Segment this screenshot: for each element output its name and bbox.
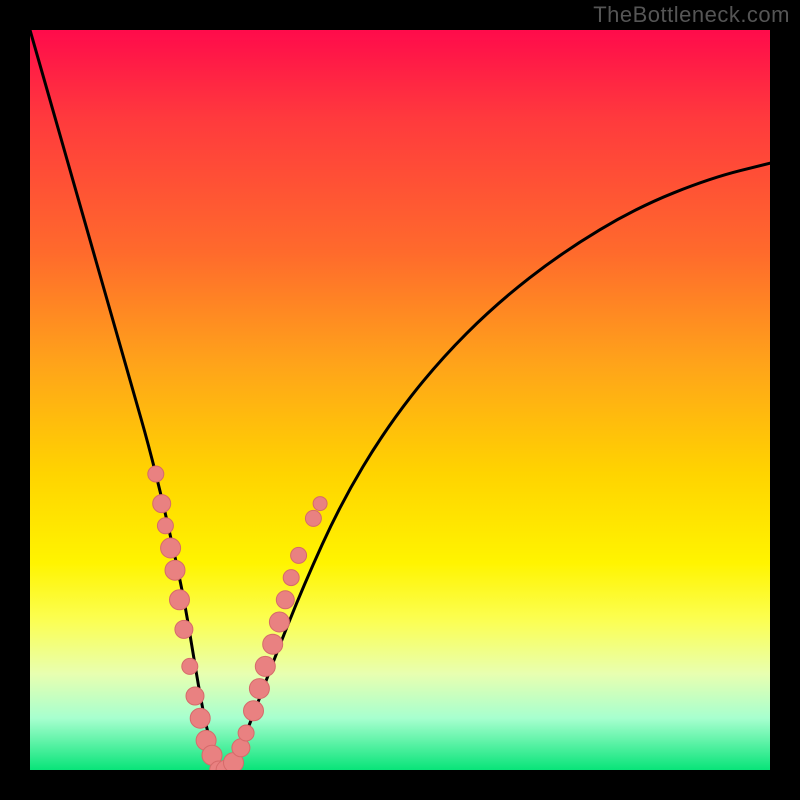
- chart-svg: [30, 30, 770, 770]
- curve-marker: [269, 612, 289, 632]
- curve-marker: [276, 591, 294, 609]
- curve-marker: [148, 466, 164, 482]
- curve-marker: [283, 570, 299, 586]
- curve-marker: [190, 708, 210, 728]
- curve-marker: [249, 679, 269, 699]
- watermark-text: TheBottleneck.com: [593, 2, 790, 28]
- curve-marker: [170, 590, 190, 610]
- plot-area: [30, 30, 770, 770]
- curve-marker: [244, 701, 264, 721]
- curve-marker: [291, 547, 307, 563]
- curve-marker: [157, 518, 173, 534]
- curve-marker: [165, 560, 185, 580]
- curve-marker: [232, 739, 250, 757]
- curve-marker: [263, 634, 283, 654]
- curve-marker: [313, 497, 327, 511]
- curve-marker: [238, 725, 254, 741]
- curve-marker: [255, 656, 275, 676]
- curve-marker: [305, 510, 321, 526]
- curve-marker: [182, 658, 198, 674]
- curve-markers: [148, 466, 327, 770]
- curve-marker: [186, 687, 204, 705]
- outer-frame: TheBottleneck.com: [0, 0, 800, 800]
- curve-marker: [161, 538, 181, 558]
- curve-marker: [175, 620, 193, 638]
- bottleneck-curve: [30, 30, 770, 770]
- curve-marker: [153, 495, 171, 513]
